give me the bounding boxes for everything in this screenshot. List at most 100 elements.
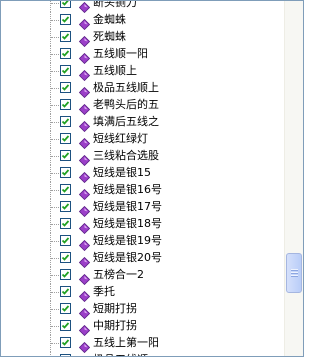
tree-connector — [51, 54, 59, 55]
tree-item[interactable]: 极品五线顺 — [1, 352, 284, 356]
item-checkbox[interactable] — [60, 201, 71, 212]
item-checkbox[interactable] — [60, 303, 71, 314]
checkmark-icon — [61, 152, 70, 159]
item-checkbox[interactable] — [60, 286, 71, 297]
formula-diamond-icon — [78, 270, 91, 286]
tree-item[interactable]: 五线顺上 — [1, 63, 284, 82]
checkmark-icon — [61, 288, 70, 295]
formula-diamond-icon — [78, 185, 91, 201]
tree-item[interactable]: 五线顺一阳 — [1, 46, 284, 65]
checkmark-icon — [61, 16, 70, 23]
item-checkbox[interactable] — [60, 269, 71, 280]
tree-item-label: 短线是银18号 — [93, 217, 162, 230]
tree-item-label: 中期打拐 — [93, 319, 137, 332]
tree-item[interactable]: 金蜘蛛 — [1, 12, 284, 31]
tree-item-label: 五线顺上 — [93, 64, 137, 77]
tree-item[interactable]: 短线是银17号 — [1, 199, 284, 218]
tree-item[interactable]: 五榜合一2 — [1, 267, 284, 286]
tree-connector — [51, 241, 59, 242]
tree-connector — [51, 71, 59, 72]
tree-item[interactable]: 老鸭头后的五 — [1, 97, 284, 116]
tree-connector — [51, 20, 59, 21]
item-checkbox[interactable] — [60, 82, 71, 93]
tree-item-label: 五榜合一2 — [93, 268, 144, 281]
tree-item[interactable]: 五线上第一阳 — [1, 335, 284, 354]
formula-diamond-icon — [78, 219, 91, 235]
item-checkbox[interactable] — [60, 167, 71, 178]
tree-item[interactable]: 短线是银20号 — [1, 250, 284, 269]
tree-item[interactable]: 短线红绿灯 — [1, 131, 284, 150]
tree-item[interactable]: 极品五线顺上 — [1, 80, 284, 99]
checkmark-icon — [61, 1, 69, 6]
item-checkbox[interactable] — [60, 337, 71, 348]
tree-item-label: 极品五线顺 — [93, 353, 148, 356]
tree-item[interactable]: 中期打拐 — [1, 318, 284, 337]
tree-item-label: 短线是银16号 — [93, 183, 162, 196]
formula-diamond-icon — [78, 83, 91, 99]
tree-item-label: 五线顺一阳 — [93, 47, 148, 60]
tree-item[interactable]: 短线是银16号 — [1, 182, 284, 201]
checkmark-icon — [61, 135, 70, 142]
tree-item[interactable]: 断头铡刀 — [1, 1, 284, 14]
tree-connector — [51, 139, 59, 140]
item-checkbox[interactable] — [60, 48, 71, 59]
formula-diamond-icon — [78, 1, 91, 14]
vertical-scrollbar[interactable] — [284, 1, 303, 356]
tree-item-label: 金蜘蛛 — [93, 13, 126, 26]
item-checkbox[interactable] — [60, 320, 71, 331]
item-checkbox[interactable] — [60, 252, 71, 263]
checkmark-icon — [61, 220, 70, 227]
tree-connector — [51, 105, 59, 106]
tree-connector — [51, 122, 59, 123]
tree-item-label: 短线红绿灯 — [93, 132, 148, 145]
item-checkbox[interactable] — [60, 99, 71, 110]
checkmark-icon — [61, 339, 70, 346]
formula-diamond-icon — [78, 117, 91, 133]
formula-diamond-icon — [78, 338, 91, 354]
tree-connector — [51, 207, 59, 208]
formula-tree-panel: 断头铡刀 金蜘蛛死蜘蛛 五线顺一阳五线顺上极品五线顺上 老鸭头后的五 填满后五线之 短线红… — [0, 0, 304, 357]
checkmark-icon — [61, 33, 70, 40]
tree-connector — [51, 156, 59, 157]
item-checkbox[interactable] — [60, 65, 71, 76]
tree-item-label: 填满后五线之 — [93, 115, 159, 128]
tree-item[interactable]: 季托 — [1, 284, 284, 303]
checkmark-icon — [61, 84, 70, 91]
tree-connector — [51, 3, 59, 4]
checkmark-icon — [61, 305, 70, 312]
item-checkbox[interactable] — [60, 31, 71, 42]
checkmark-icon — [61, 169, 70, 176]
checkmark-icon — [61, 186, 70, 193]
scrollbar-thumb[interactable] — [286, 253, 302, 293]
formula-diamond-icon — [78, 253, 91, 269]
tree-item[interactable]: 死蜘蛛 — [1, 29, 284, 48]
item-checkbox[interactable] — [60, 133, 71, 144]
tree-item[interactable]: 短线是银18号 — [1, 216, 284, 235]
tree-item-label: 短线是银20号 — [93, 251, 162, 264]
tree-connector — [51, 88, 59, 89]
formula-diamond-icon — [78, 100, 91, 116]
tree-item[interactable]: 短线是银19号 — [1, 233, 284, 252]
item-checkbox[interactable] — [60, 14, 71, 25]
item-checkbox[interactable] — [60, 218, 71, 229]
tree-item[interactable]: 短线是银15 — [1, 165, 284, 184]
tree-connector — [51, 309, 59, 310]
checkmark-icon — [61, 50, 70, 57]
checkmark-icon — [61, 101, 70, 108]
item-checkbox[interactable] — [60, 150, 71, 161]
checkmark-icon — [61, 203, 70, 210]
tree-connector — [51, 37, 59, 38]
tree-item[interactable]: 短期打拐 — [1, 301, 284, 320]
tree-item-label: 三线粘合选股 — [93, 149, 159, 162]
tree-item[interactable]: 填满后五线之 — [1, 114, 284, 133]
checkmark-icon — [61, 118, 70, 125]
tree-item-label: 短线是银19号 — [93, 234, 162, 247]
formula-diamond-icon — [78, 202, 91, 218]
item-checkbox[interactable] — [60, 235, 71, 246]
tree-item[interactable]: 三线粘合选股 — [1, 148, 284, 167]
item-checkbox[interactable] — [60, 184, 71, 195]
item-checkbox[interactable] — [60, 116, 71, 127]
formula-diamond-icon — [78, 151, 91, 167]
formula-tree[interactable]: 断头铡刀 金蜘蛛死蜘蛛 五线顺一阳五线顺上极品五线顺上 老鸭头后的五 填满后五线之 短线红… — [1, 1, 284, 356]
item-checkbox[interactable] — [60, 1, 71, 8]
